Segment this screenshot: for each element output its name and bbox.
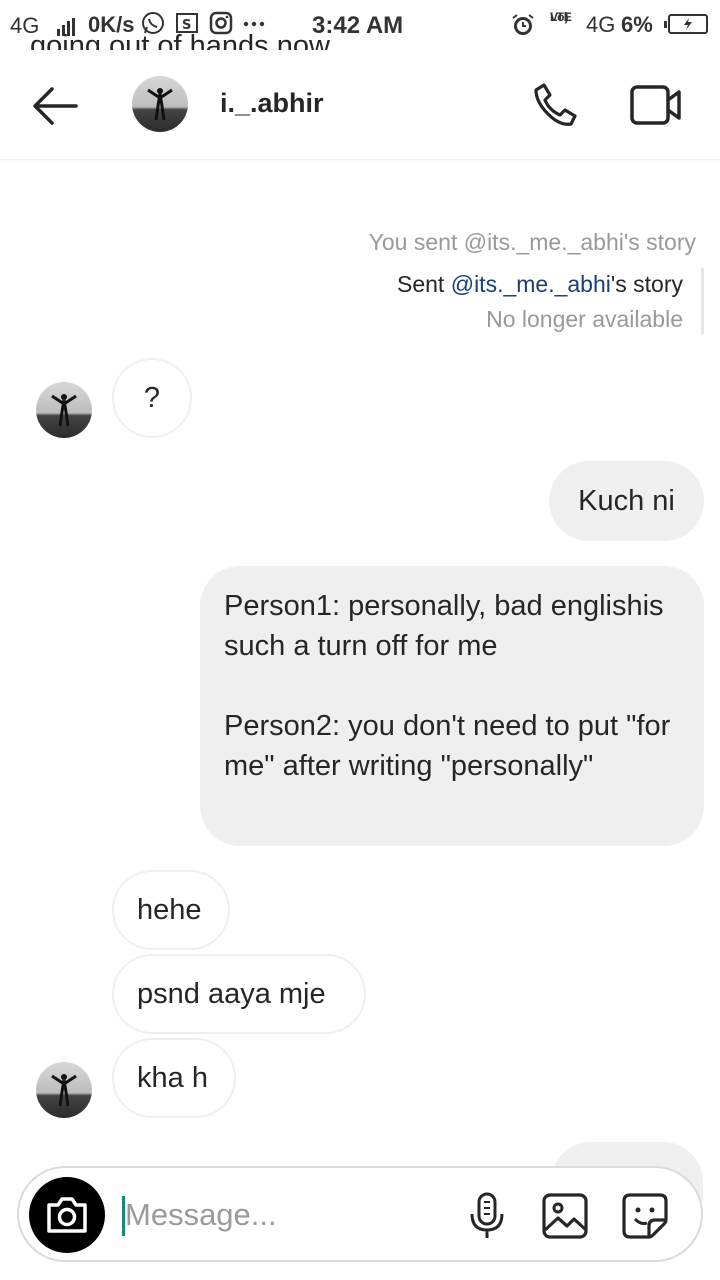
person-silhouette-icon	[51, 1074, 77, 1107]
shared-story-card[interactable]: Sent @its._me._abhi's story No longer av…	[304, 268, 704, 334]
chat-header: i._.abhir	[0, 50, 720, 160]
chat-username[interactable]: i._.abhir	[220, 88, 324, 119]
battery-percent: 6%	[621, 12, 653, 37]
message-bubble-incoming[interactable]: kha h	[112, 1038, 236, 1118]
story-mention-link[interactable]: @its._me._abhi	[451, 271, 611, 297]
network-type-secondary: 4G	[586, 12, 616, 37]
sticker-button[interactable]	[621, 1192, 669, 1240]
message-bubble-incoming[interactable]: ?	[112, 358, 192, 438]
avatar[interactable]	[36, 1062, 92, 1118]
microphone-icon	[470, 1192, 504, 1238]
person-silhouette-icon	[51, 394, 77, 427]
person-silhouette-icon	[147, 88, 173, 121]
gallery-button[interactable]	[541, 1192, 589, 1240]
message-composer	[17, 1166, 703, 1262]
video-call-button[interactable]	[630, 84, 682, 126]
voice-message-button[interactable]	[467, 1192, 507, 1240]
story-sent-label: Sent @its._me._abhi's story	[397, 271, 683, 297]
avatar[interactable]	[132, 76, 188, 132]
message-bubble-incoming[interactable]: psnd aaya mje	[112, 954, 366, 1034]
sticker-icon	[622, 1193, 668, 1239]
alarm-icon	[510, 12, 536, 44]
story-unavailable-label: No longer available	[486, 306, 683, 332]
video-camera-icon	[630, 85, 681, 125]
voice-call-button[interactable]	[530, 80, 580, 130]
back-arrow-icon	[33, 87, 78, 125]
message-bubble-incoming[interactable]: hehe	[112, 870, 230, 950]
message-bubble-outgoing[interactable]: Kuch ni	[549, 461, 704, 541]
image-icon	[542, 1193, 588, 1239]
message-bubble-outgoing[interactable]: Person1: personally, bad englishis such …	[200, 566, 704, 846]
battery-icon	[664, 14, 708, 34]
camera-button[interactable]	[29, 1177, 105, 1253]
back-button[interactable]	[30, 83, 80, 129]
camera-icon	[47, 1197, 87, 1233]
avatar[interactable]	[36, 382, 92, 438]
message-input[interactable]	[125, 1190, 445, 1240]
story-share-note: You sent @its._me._abhi's story	[368, 229, 696, 255]
phone-icon	[534, 83, 577, 126]
